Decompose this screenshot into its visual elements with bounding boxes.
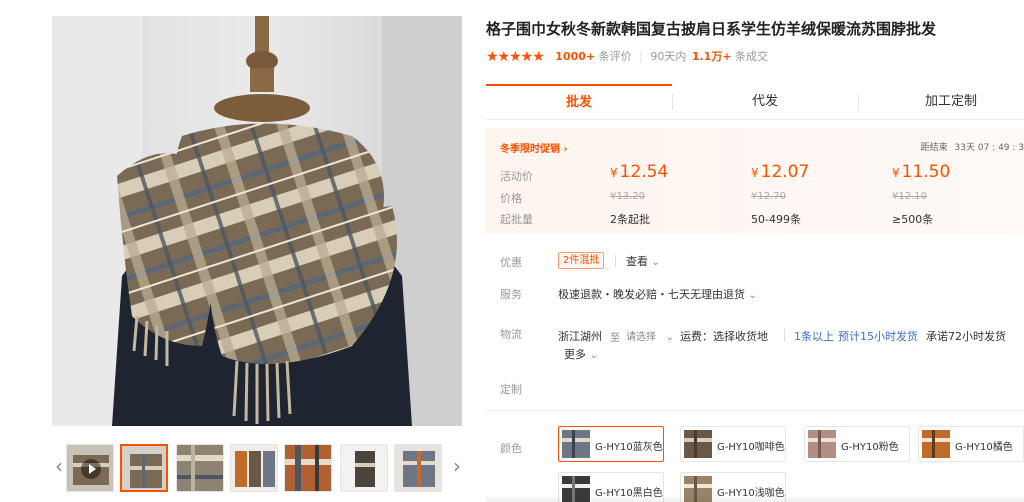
dispatch-qty: 1条以上	[794, 330, 834, 343]
color-option-label: G-HY10粉色	[841, 442, 899, 453]
product-main-image[interactable]	[52, 16, 462, 426]
tier-price-value: 12.54	[619, 162, 669, 182]
thumbnail-item[interactable]	[394, 444, 442, 492]
more-logistics[interactable]: 更多 ⌄	[564, 346, 598, 362]
chevron-right-icon: ›	[563, 144, 568, 155]
thumbnail-strip: ‹ ›	[52, 440, 464, 496]
sticky-bar-shadow	[486, 494, 1024, 502]
service-text: 极速退款・晚发必赔・七天无理由退货	[558, 288, 745, 301]
service-value[interactable]: 极速退款・晚发必赔・七天无理由退货 ⌄	[558, 286, 757, 302]
chevron-down-icon: ⌄	[589, 350, 598, 361]
original-price-label: 价格	[500, 192, 522, 205]
tab-wholesale[interactable]: 批发	[486, 84, 672, 120]
more-text: 更多	[564, 348, 586, 361]
thumbnail-item[interactable]	[284, 444, 332, 492]
dispatch-promise: 承诺72小时发货	[926, 330, 1006, 343]
color-option[interactable]: G-HY10橘色	[918, 426, 1024, 462]
thumbnail-image	[177, 445, 223, 491]
thumbnail-next-arrow-icon[interactable]: ›	[450, 454, 464, 478]
rating-count[interactable]: 1000+	[555, 50, 595, 63]
ship-to-placeholder: 请选择	[626, 332, 656, 343]
color-label: 颜色	[500, 442, 522, 455]
chevron-down-icon: ⌄	[651, 257, 660, 268]
tier-original-price: ¥13.20	[610, 191, 645, 202]
rating-suffix: 条评价	[598, 50, 632, 63]
tier-moq: ≥500条	[892, 213, 934, 226]
color-swatch	[808, 430, 836, 458]
rating-row: ★★★★★ 1000+ 条评价 | 90天内 1.1万+ 条成交	[486, 49, 769, 65]
discount-label: 优惠	[500, 256, 522, 269]
tier-price: ¥12.54	[610, 162, 668, 182]
countdown: 距结束 33天 07 : 49 : 3	[921, 140, 1024, 153]
discount-view-link[interactable]: 查看 ⌄	[626, 253, 660, 269]
thumbnail-item[interactable]	[230, 444, 278, 492]
current-price-label: 活动价	[500, 170, 533, 183]
custom-label: 定制	[500, 383, 522, 396]
sales-count: 1.1万+	[691, 50, 732, 63]
product-title: 格子围巾女秋冬新款韩国复古披肩日系学生仿羊绒保暖流苏围脖批发	[486, 20, 937, 38]
mixed-batch-badge: 2件混批	[558, 252, 605, 269]
chevron-down-icon: ⌄	[665, 332, 674, 343]
service-label: 服务	[500, 288, 522, 301]
countdown-value: 33天 07 : 49 : 3	[954, 143, 1024, 153]
currency-symbol: ¥	[610, 166, 618, 180]
thumbnail-image	[341, 445, 387, 491]
scarf-photo	[52, 16, 462, 426]
thumbnail-item[interactable]	[340, 444, 388, 492]
tier-original-price: ¥12.70	[751, 191, 786, 202]
ship-from: 浙江湖州	[558, 330, 602, 343]
tier-price-value: 12.07	[760, 162, 810, 182]
sales-period: 90天内	[650, 50, 687, 63]
ship-to-word: 至	[610, 333, 620, 344]
thumbnail-image	[122, 446, 166, 490]
thumbnail-item[interactable]	[120, 444, 168, 492]
thumbnail-item[interactable]	[176, 444, 224, 492]
rating-stars-icon: ★★★★★	[486, 49, 545, 65]
thumbnail-image	[285, 445, 331, 491]
price-panel: 冬季限时促销 › 距结束 33天 07 : 49 : 3 活动价 价格 起批量 …	[486, 128, 1024, 234]
color-option[interactable]: G-HY10蓝灰色	[558, 426, 664, 462]
tab-custom-processing[interactable]: 加工定制	[858, 84, 1024, 120]
currency-symbol: ¥	[892, 166, 900, 180]
tab-dropship[interactable]: 代发	[672, 84, 858, 120]
countdown-label: 距结束	[920, 143, 948, 153]
promo-title[interactable]: 冬季限时促销 ›	[500, 140, 568, 155]
dispatch-eta: 预计15小时发货	[838, 330, 918, 343]
color-option-label: G-HY10咖啡色	[717, 442, 785, 453]
currency-symbol: ¥	[751, 166, 759, 180]
color-swatch	[922, 430, 950, 458]
ship-to-select[interactable]: 请选择 ⌄	[626, 328, 674, 343]
play-icon	[81, 459, 101, 479]
discount-view-text: 查看	[626, 255, 648, 268]
thumbnail-prev-arrow-icon[interactable]: ‹	[52, 454, 66, 478]
moq-label: 起批量	[500, 213, 533, 226]
thumbnail-image	[231, 445, 277, 491]
tier-price-value: 11.50	[901, 162, 951, 182]
chevron-down-icon: ⌄	[748, 290, 757, 301]
color-swatch	[684, 430, 712, 458]
purchase-mode-tabs: 批发 代发 加工定制	[486, 84, 1024, 120]
thumbnail-image	[395, 445, 441, 491]
tier-original-price: ¥12.10	[892, 191, 927, 202]
sales-suffix: 条成交	[735, 50, 769, 63]
section-divider	[486, 410, 1024, 411]
freight-info: 运费：选择收货地	[680, 330, 768, 343]
color-swatch	[562, 430, 590, 458]
logistics-label: 物流	[500, 328, 522, 341]
tier-moq: 2条起批	[610, 213, 650, 226]
tier-price: ¥11.50	[892, 162, 950, 182]
tier-price: ¥12.07	[751, 162, 809, 182]
color-option[interactable]: G-HY10粉色	[804, 426, 910, 462]
thumbnail-video[interactable]	[66, 444, 114, 492]
promo-title-text: 冬季限时促销	[500, 144, 560, 155]
color-option-label: G-HY10橘色	[955, 442, 1013, 453]
color-option[interactable]: G-HY10咖啡色	[680, 426, 786, 462]
color-option-label: G-HY10蓝灰色	[595, 442, 663, 453]
tier-moq: 50-499条	[751, 213, 801, 226]
